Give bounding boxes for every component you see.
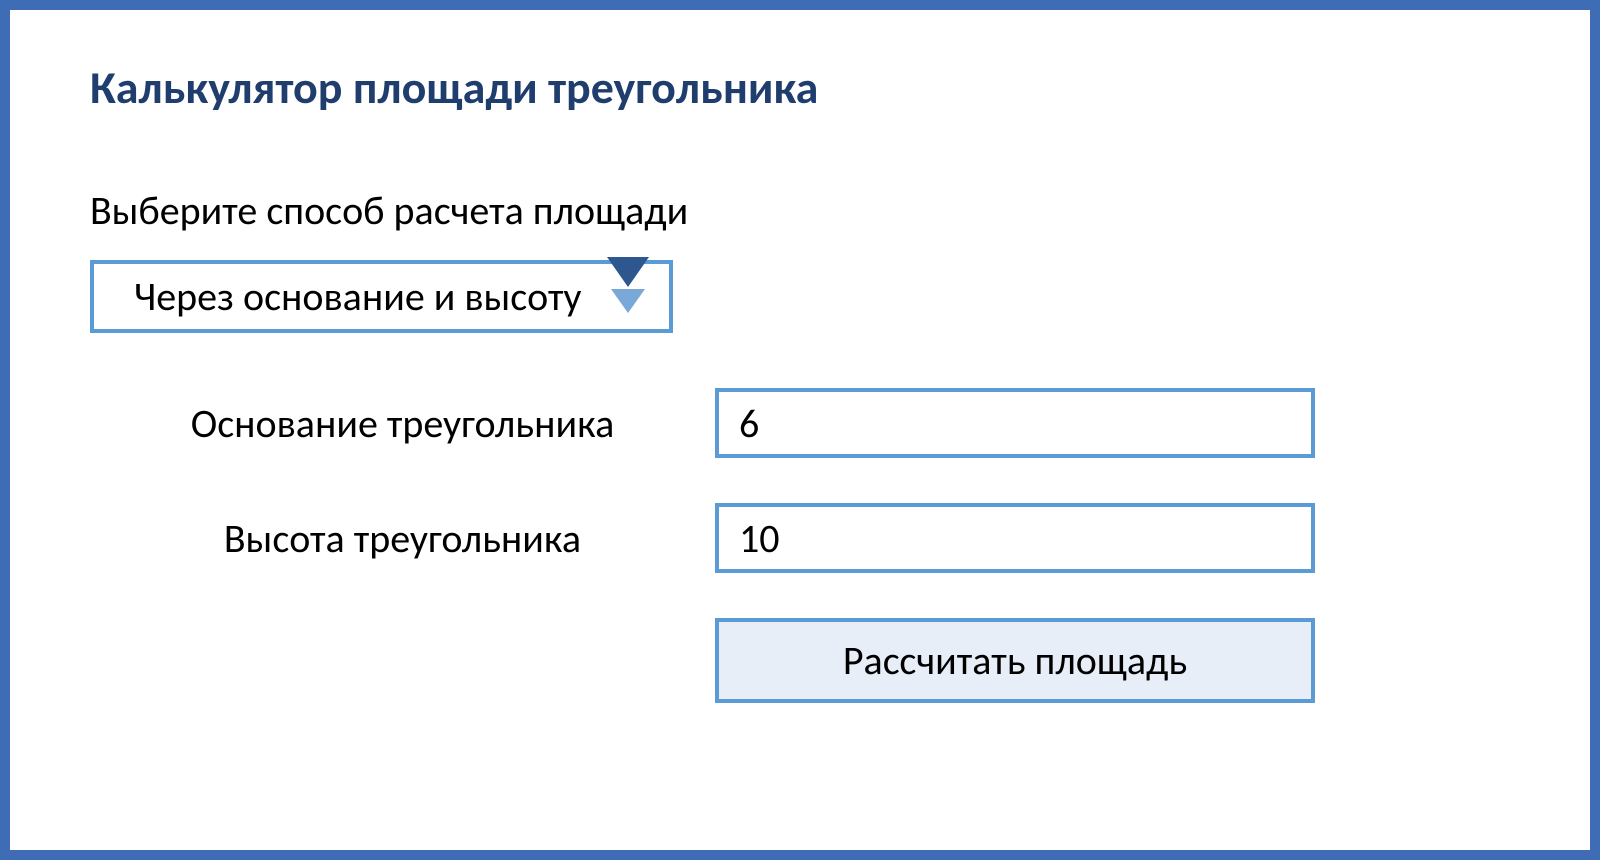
calculate-button[interactable]: Рассчитать площадь (715, 618, 1315, 703)
method-label: Выберите способ расчета площади (90, 186, 1510, 235)
calculation-method-dropdown[interactable]: Через основание и высоту (90, 260, 673, 333)
base-field-row: Основание треугольника (90, 388, 1510, 458)
page-title: Калькулятор площади треугольника (90, 60, 1510, 116)
height-input[interactable] (715, 503, 1315, 573)
dropdown-selected-text: Через основание и высоту (134, 272, 582, 321)
base-label: Основание треугольника (90, 399, 715, 448)
spacer (90, 618, 715, 703)
button-row: Рассчитать площадь (90, 618, 1510, 703)
height-field-row: Высота треугольника (90, 503, 1510, 573)
calculator-panel: Калькулятор площади треугольника Выберит… (0, 0, 1600, 860)
base-input[interactable] (715, 388, 1315, 458)
chevron-down-icon (607, 287, 649, 306)
height-label: Высота треугольника (90, 514, 715, 563)
